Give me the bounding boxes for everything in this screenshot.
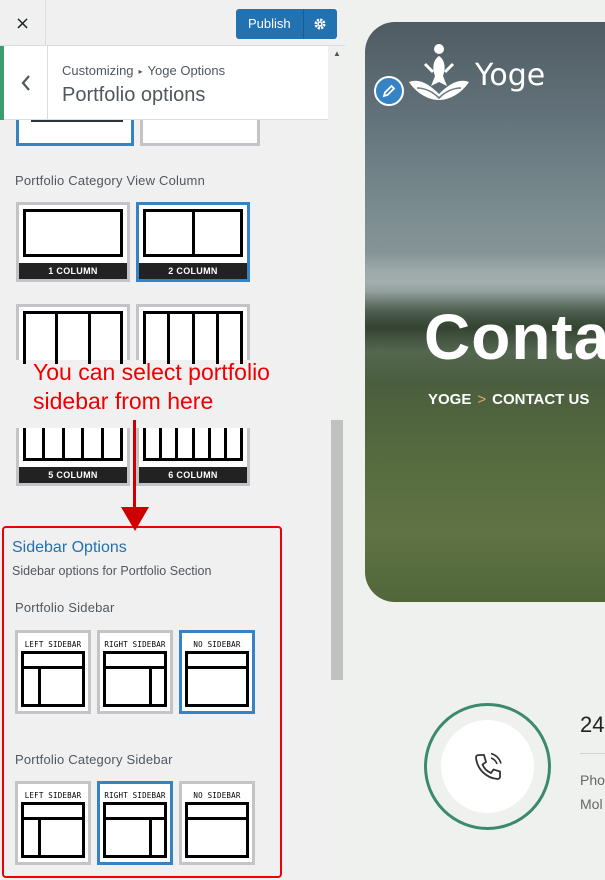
chevron-left-icon	[21, 75, 30, 91]
customizer-sidebar: Portfolio Category View Column 1 COLUMN …	[0, 0, 345, 880]
scroll-up-arrow-icon[interactable]: ▲	[333, 49, 341, 58]
close-icon: ×	[14, 12, 31, 34]
phone-icon-circle	[441, 720, 534, 813]
annotation-text: You can select portfolio sidebar from he…	[33, 358, 270, 416]
sidebar-scrollbar-thumb[interactable]	[331, 420, 343, 680]
publish-button[interactable]: Publish	[236, 9, 304, 39]
column-option-5[interactable]: 5 COLUMN	[16, 428, 130, 486]
annotation-highlight-box	[2, 526, 282, 878]
hero-breadcrumb-separator: >	[477, 391, 487, 408]
breadcrumb: Customizing ▸ Yoge Options	[62, 63, 225, 78]
contact-number: 24	[580, 712, 605, 737]
hero-banner: Yoge Conta YOGE > CONTACT US	[365, 22, 605, 602]
customizer-topbar: × Publish	[0, 0, 345, 46]
section-header: Customizing ▸ Yoge Options Portfolio optio…	[0, 46, 328, 120]
site-preview: Yoge Conta YOGE > CONTACT US 24 Pho Mol	[345, 0, 605, 880]
lotus-logo-icon	[409, 44, 469, 100]
hero-title: Conta	[424, 301, 605, 373]
gear-icon	[314, 18, 326, 30]
hero-breadcrumb: YOGE > CONTACT US	[428, 391, 589, 408]
hero-breadcrumb-home[interactable]: YOGE	[428, 391, 471, 408]
column-option-1[interactable]: 1 COLUMN	[16, 202, 130, 282]
breadcrumb-separator-icon: ▸	[138, 67, 143, 76]
column-option-6[interactable]: 6 COLUMN	[136, 428, 250, 486]
breadcrumb-root: Customizing	[62, 63, 134, 78]
publish-settings-button[interactable]	[303, 9, 337, 39]
column-option-4[interactable]	[136, 304, 250, 364]
column-option-caption: 5 COLUMN	[19, 467, 127, 483]
pencil-icon	[382, 84, 396, 98]
contact-line-1: Pho	[580, 772, 605, 788]
annotation-arrow-shaft	[133, 420, 136, 520]
annotation-arrow-head	[121, 507, 149, 531]
column-option-caption: 2 COLUMN	[139, 263, 247, 279]
column-option-2[interactable]: 2 COLUMN	[136, 202, 250, 282]
site-logo-text: Yoge	[475, 58, 546, 93]
contact-divider	[580, 753, 605, 754]
phone-icon	[474, 752, 502, 780]
contact-line-2: Mol	[580, 796, 603, 812]
column-option-3[interactable]	[16, 304, 130, 364]
breadcrumb-parent: Yoge Options	[147, 63, 226, 78]
annotation-line-2: sidebar from here	[33, 388, 214, 414]
close-customizer-button[interactable]: ×	[0, 0, 46, 46]
column-option-caption: 1 COLUMN	[19, 263, 127, 279]
category-view-column-label: Portfolio Category View Column	[15, 173, 206, 188]
column-option-caption: 6 COLUMN	[139, 467, 247, 483]
back-button[interactable]	[0, 46, 48, 120]
annotation-line-1: You can select portfolio	[33, 359, 270, 385]
publish-button-group: Publish	[236, 9, 337, 39]
edit-shortcut-button[interactable]	[374, 76, 404, 106]
hero-breadcrumb-current: CONTACT US	[492, 391, 590, 408]
section-title: Portfolio options	[62, 84, 206, 106]
